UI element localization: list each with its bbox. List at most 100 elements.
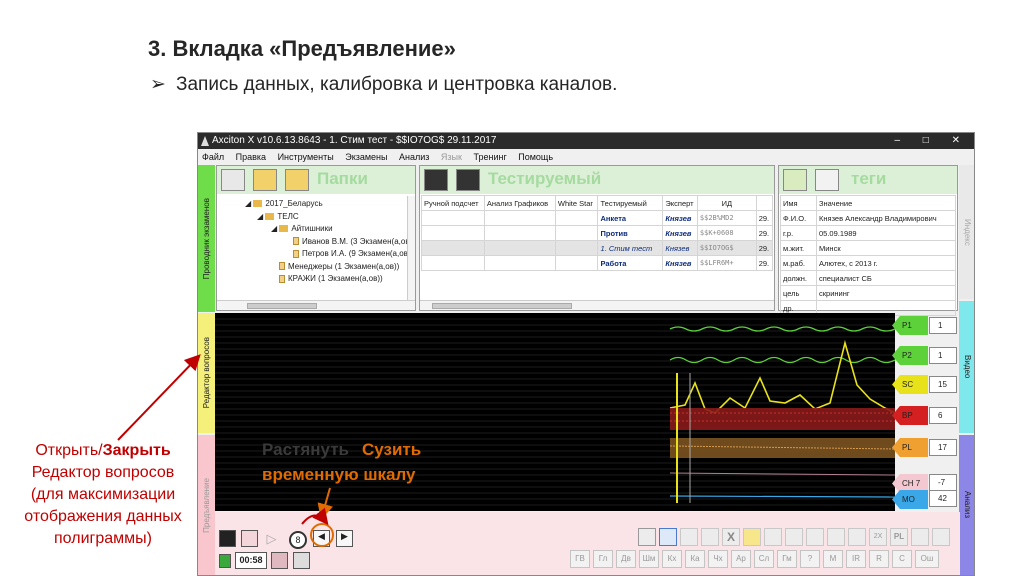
- tag-remove-icon[interactable]: [815, 169, 839, 191]
- minus-icon[interactable]: [701, 528, 719, 546]
- folder-add-icon[interactable]: [253, 169, 277, 191]
- tab-index[interactable]: Индекс: [959, 165, 974, 299]
- menu-exams[interactable]: Экзамены: [345, 152, 387, 162]
- camera-icon[interactable]: [293, 552, 310, 569]
- calibrate-icon[interactable]: [219, 554, 231, 568]
- person-remove-icon[interactable]: [456, 169, 480, 191]
- menu-help[interactable]: Помощь: [518, 152, 553, 162]
- tag-row[interactable]: г.р. 05.09.1989: [780, 225, 956, 241]
- tab-video[interactable]: Видео: [959, 301, 974, 433]
- label-button[interactable]: ?: [800, 550, 820, 568]
- label-button[interactable]: R: [869, 550, 889, 568]
- hc-icon[interactable]: [911, 528, 929, 546]
- note-icon[interactable]: [743, 528, 761, 546]
- col-manual-count[interactable]: Ручной подсчет: [421, 195, 485, 211]
- person-add-icon[interactable]: [424, 169, 448, 191]
- zoom-out-icon[interactable]: ◀: [313, 530, 330, 547]
- label-button[interactable]: Ар: [731, 550, 751, 568]
- col-expert[interactable]: Эксперт: [662, 195, 698, 211]
- tree-item[interactable]: ◢ 2017_Беларусь: [223, 198, 415, 211]
- tab-exam-explorer[interactable]: Проводник экзаменов: [198, 165, 215, 312]
- table-row[interactable]: Анкета Князев $$2B%MD2 29.: [421, 210, 774, 226]
- channel-pl[interactable]: PL: [892, 438, 928, 457]
- col-tag-name[interactable]: Имя: [780, 195, 817, 211]
- tree-item[interactable]: Петров И.А. (9 Экзамен(а,ов)): [223, 248, 415, 261]
- shape-icon[interactable]: [764, 528, 782, 546]
- tag-row[interactable]: Ф.И.О. Князев Александр Владимирович: [780, 210, 956, 226]
- double-speed-icon[interactable]: 2X: [869, 528, 887, 546]
- channel-mo[interactable]: MO: [892, 490, 928, 509]
- folders-vscroll[interactable]: [407, 196, 415, 300]
- table-row[interactable]: Против Князев $$K+0608 29.: [421, 225, 774, 241]
- menu-file[interactable]: Файл: [202, 152, 224, 162]
- target-icon[interactable]: [659, 528, 677, 546]
- menu-training[interactable]: Тренинг: [473, 152, 506, 162]
- shield-icon[interactable]: [806, 528, 824, 546]
- folder-open-icon[interactable]: [221, 169, 245, 191]
- col-chart-analysis[interactable]: Анализ Графиков: [483, 195, 556, 211]
- zoom-in-icon[interactable]: ▶: [336, 530, 353, 547]
- menu-tools[interactable]: Инструменты: [278, 152, 334, 162]
- channel-bp-value[interactable]: 6: [929, 407, 957, 424]
- label-button[interactable]: Шм: [639, 550, 659, 568]
- subject-hscroll[interactable]: [420, 300, 774, 310]
- label-button[interactable]: IR: [846, 550, 866, 568]
- label-button[interactable]: Дв: [616, 550, 636, 568]
- channel-p2-value[interactable]: 1: [929, 347, 957, 364]
- col-white-star[interactable]: White Star: [554, 195, 599, 211]
- col-date[interactable]: [755, 195, 774, 211]
- channel-ch7-value[interactable]: -7: [929, 474, 957, 491]
- tree-item[interactable]: ◢ ТЕЛС: [223, 211, 415, 224]
- cone-icon[interactable]: [785, 528, 803, 546]
- label-button[interactable]: Гл: [593, 550, 613, 568]
- tag-row[interactable]: должн. специалист СБ: [780, 270, 956, 286]
- pl-icon[interactable]: PL: [890, 528, 908, 546]
- label-button[interactable]: Ка: [685, 550, 705, 568]
- table-row-selected[interactable]: 1. Стим тест Князев $$IO7OG$ 29.: [421, 240, 774, 256]
- channel-p1[interactable]: P1: [892, 316, 928, 335]
- label-button[interactable]: Кх: [662, 550, 682, 568]
- label-button[interactable]: Гм: [777, 550, 797, 568]
- channel-sc-value[interactable]: 15: [929, 376, 957, 393]
- menu-language[interactable]: Язык: [441, 152, 462, 162]
- zoom-level-display[interactable]: 8: [289, 531, 307, 549]
- tab-presentation[interactable]: Предъявление: [198, 435, 215, 575]
- channel-bp[interactable]: BP: [892, 406, 928, 425]
- window-controls[interactable]: – □ ✕: [894, 133, 970, 149]
- menu-edit[interactable]: Правка: [236, 152, 266, 162]
- play-icon[interactable]: ▷: [263, 530, 280, 547]
- col-id[interactable]: ИД: [696, 195, 757, 211]
- menu-analysis[interactable]: Анализ: [399, 152, 429, 162]
- plus-icon[interactable]: [680, 528, 698, 546]
- col-tag-value[interactable]: Значение: [816, 195, 956, 211]
- table-row[interactable]: Работа Князев $$LFR6M+ 29.: [421, 255, 774, 271]
- record-button[interactable]: [241, 530, 258, 547]
- label-button[interactable]: Чх: [708, 550, 728, 568]
- label-button[interactable]: М: [823, 550, 843, 568]
- channel-p2[interactable]: P2: [892, 346, 928, 365]
- tab-question-editor[interactable]: Редактор вопросов: [198, 313, 215, 433]
- graph-icon[interactable]: [271, 552, 288, 569]
- folder-delete-icon[interactable]: [285, 169, 309, 191]
- channel-sc[interactable]: SC: [892, 375, 928, 394]
- channel-p1-value[interactable]: 1: [929, 317, 957, 334]
- folders-hscroll[interactable]: [217, 300, 415, 310]
- tag-row[interactable]: м.жит. Минск: [780, 240, 956, 256]
- tree-item[interactable]: ◢ Айтишники: [223, 223, 415, 236]
- label-button[interactable]: ГВ: [570, 550, 590, 568]
- clear-x-icon[interactable]: X: [722, 528, 740, 546]
- heart-icon[interactable]: [827, 528, 845, 546]
- tag-row[interactable]: цель скрининг: [780, 285, 956, 301]
- tab-analysis[interactable]: Анализ: [959, 435, 974, 575]
- scroll-updown-icon[interactable]: [638, 528, 656, 546]
- tag-add-icon[interactable]: [783, 169, 807, 191]
- channel-mo-value[interactable]: 42: [929, 490, 957, 507]
- col-subject[interactable]: Тестируемый: [597, 195, 664, 211]
- channel-pl-value[interactable]: 17: [929, 439, 957, 456]
- stop-button[interactable]: [219, 530, 236, 547]
- label-button[interactable]: Ош: [915, 550, 939, 568]
- label-button[interactable]: Сл: [754, 550, 774, 568]
- leaf-icon[interactable]: [848, 528, 866, 546]
- tree-item[interactable]: КРАЖИ (1 Экзамен(а,ов)): [223, 273, 415, 286]
- label-button[interactable]: С: [892, 550, 912, 568]
